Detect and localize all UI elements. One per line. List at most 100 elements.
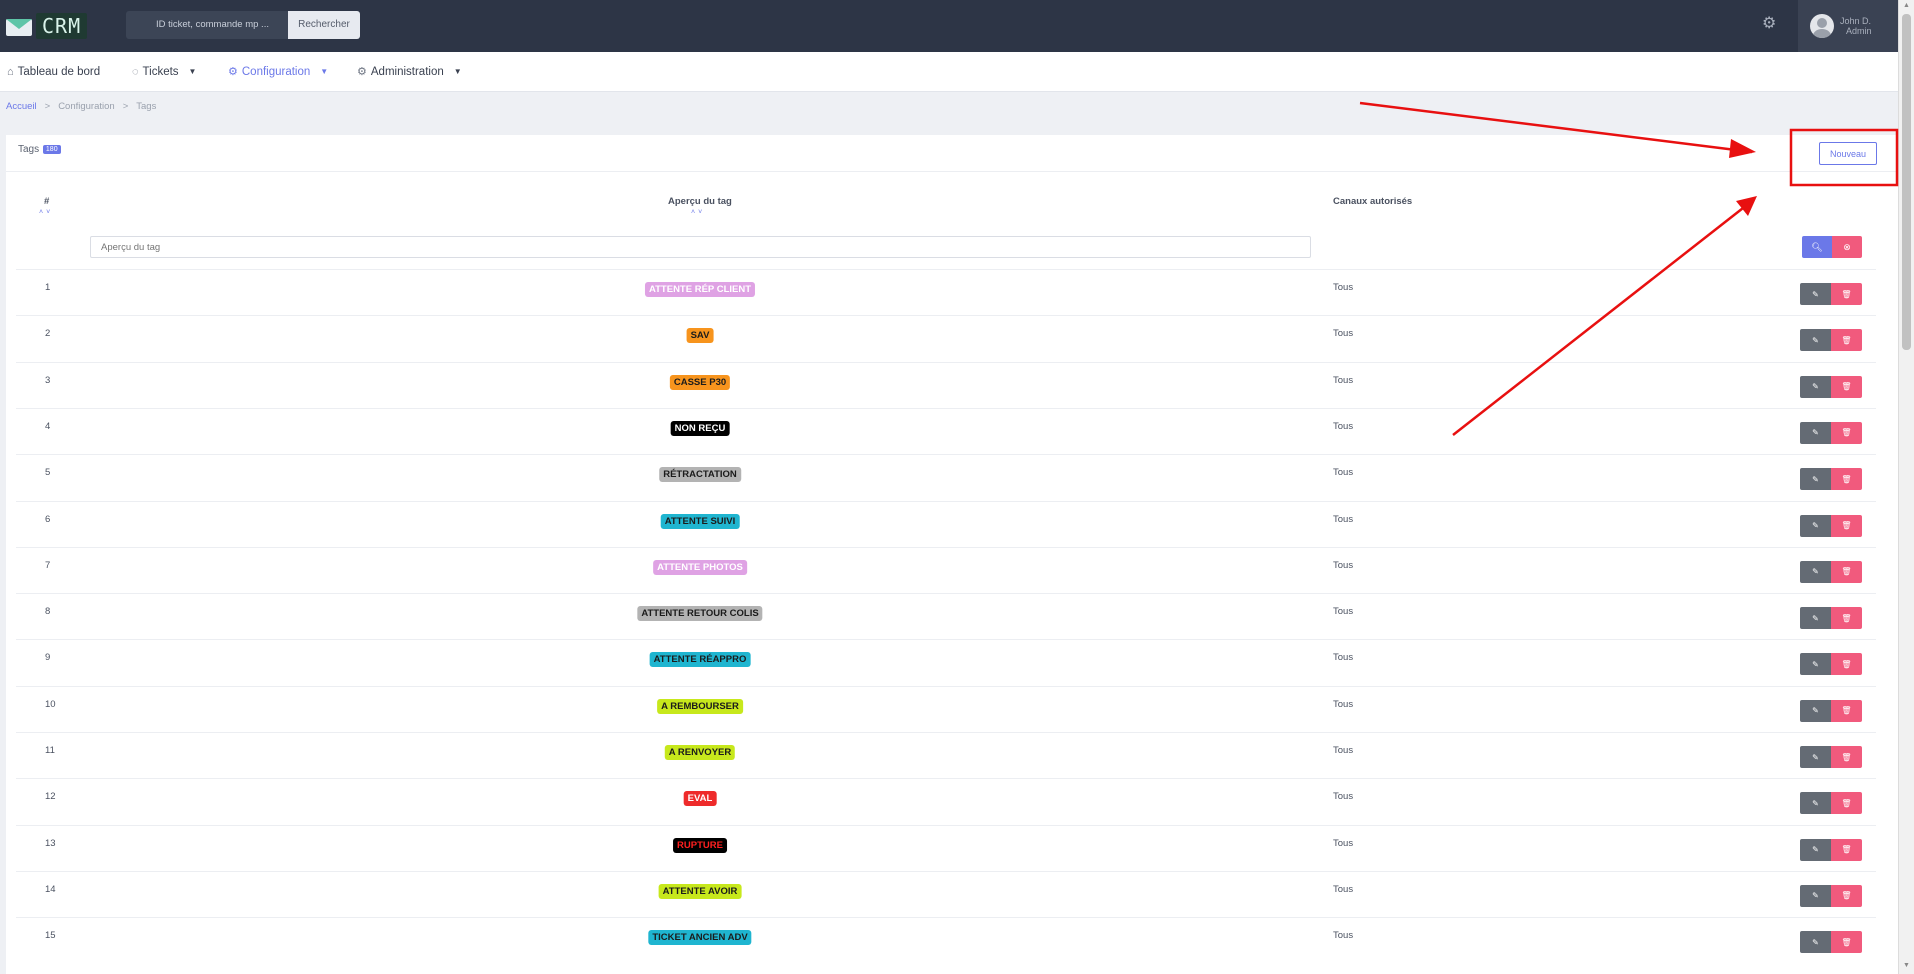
allowed-channels: Tous: [1333, 282, 1354, 293]
tag-badge: A RENVOYER: [664, 745, 736, 760]
table-row: 14 ATTENTE AVOIR Tous ✎ 🗑︎: [16, 870, 1876, 917]
row-number: 5: [45, 467, 51, 479]
edit-button[interactable]: ✎: [1800, 838, 1831, 861]
edit-button[interactable]: ✎: [1800, 421, 1831, 444]
filter-reset-button[interactable]: ⊗: [1832, 236, 1862, 258]
allowed-channels: Tous: [1333, 328, 1354, 340]
allowed-channels: Tous: [1333, 698, 1354, 710]
edit-button[interactable]: ✎: [1800, 283, 1831, 305]
delete-button[interactable]: 🗑︎: [1831, 653, 1862, 676]
nav-label: Administration: [370, 66, 444, 78]
filter-search-button[interactable]: 🔍︎: [1802, 236, 1832, 258]
edit-button[interactable]: ✎: [1800, 653, 1831, 676]
user-menu[interactable]: John D. Admin: [1798, 0, 1898, 52]
settings-gear-icon[interactable]: ⚙: [1762, 16, 1778, 32]
table-row: 15 TICKET ANCIEN ADV Tous ✎ 🗑︎: [16, 917, 1876, 963]
edit-button[interactable]: ✎: [1800, 560, 1831, 583]
edit-button[interactable]: ✎: [1800, 931, 1831, 954]
table-row: 3 CASSE P30 Tous ✎ 🗑︎: [16, 361, 1876, 408]
nav-item-configuration[interactable]: ⚙ Configuration ▼: [228, 52, 328, 92]
trash-icon: 🗑︎: [1841, 567, 1852, 577]
delete-button[interactable]: 🗑︎: [1831, 931, 1862, 954]
nav-item-administration[interactable]: ⚙ Administration ▼: [357, 52, 462, 92]
delete-button[interactable]: 🗑︎: [1831, 514, 1862, 537]
edit-button[interactable]: ✎: [1800, 792, 1831, 815]
nav-item-tickets[interactable]: ◌ Tickets ▼: [132, 52, 196, 92]
breadcrumb-configuration[interactable]: Configuration: [58, 101, 115, 112]
delete-button[interactable]: 🗑︎: [1831, 884, 1862, 907]
scroll-thumb[interactable]: [1902, 14, 1911, 350]
allowed-channels: Tous: [1333, 930, 1354, 942]
tag-badge: RUPTURE: [673, 837, 727, 853]
new-tag-button[interactable]: Nouveau: [1819, 142, 1877, 165]
delete-button[interactable]: 🗑︎: [1831, 468, 1862, 491]
breadcrumb-separator: >: [122, 101, 129, 112]
edit-icon: ✎: [1812, 521, 1819, 530]
delete-button[interactable]: 🗑︎: [1831, 375, 1862, 398]
tag-badge: ATTENTE PHOTOS: [653, 559, 747, 575]
edit-button[interactable]: ✎: [1800, 375, 1831, 398]
scroll-down-arrow-icon[interactable]: ▼: [1903, 962, 1910, 969]
edit-button[interactable]: ✎: [1800, 607, 1831, 630]
delete-button[interactable]: 🗑︎: [1831, 329, 1862, 352]
tag-badge: NON REÇU: [670, 420, 730, 436]
edit-button[interactable]: ✎: [1800, 699, 1831, 722]
column-header-preview[interactable]: Aperçu du tag: [668, 196, 732, 207]
edit-icon: ✎: [1812, 613, 1819, 623]
edit-button[interactable]: ✎: [1800, 468, 1831, 491]
row-number: 8: [45, 606, 51, 618]
tag-badge: TICKET ANCIEN ADV: [648, 930, 752, 946]
edit-icon: ✎: [1812, 567, 1819, 577]
breadcrumb-accueil[interactable]: Accueil: [6, 101, 37, 112]
delete-button[interactable]: 🗑︎: [1831, 699, 1862, 722]
chat-icon: ◌: [132, 66, 139, 78]
trash-icon: 🗑︎: [1841, 891, 1852, 901]
edit-button[interactable]: ✎: [1800, 514, 1831, 537]
delete-button[interactable]: 🗑︎: [1831, 746, 1862, 768]
trash-icon: 🗑︎: [1841, 289, 1852, 299]
tag-filter-input[interactable]: [90, 236, 1311, 258]
edit-button[interactable]: ✎: [1800, 884, 1831, 907]
edit-button[interactable]: ✎: [1800, 329, 1831, 352]
sort-icon[interactable]: ˄˅: [691, 209, 705, 216]
trash-icon: 🗑︎: [1841, 613, 1852, 623]
delete-button[interactable]: 🗑︎: [1831, 560, 1862, 583]
delete-button[interactable]: 🗑︎: [1831, 792, 1862, 815]
tag-badge: EVAL: [683, 791, 717, 807]
table-row: 8 ATTENTE RETOUR COLIS Tous ✎ 🗑︎: [16, 593, 1876, 639]
sort-icon[interactable]: ˄˅: [39, 209, 53, 216]
table-row: 7 ATTENTE PHOTOS Tous ✎ 🗑︎: [16, 546, 1876, 593]
edit-icon: ✎: [1812, 659, 1819, 669]
trash-icon: 🗑︎: [1841, 335, 1852, 345]
table-row: 2 SAV Tous ✎ 🗑︎: [16, 315, 1876, 361]
global-search-button[interactable]: Rechercher: [288, 11, 360, 39]
delete-button[interactable]: 🗑︎: [1831, 421, 1862, 444]
edit-icon: ✎: [1812, 752, 1819, 762]
row-number: 3: [45, 374, 51, 386]
global-search-input[interactable]: ID ticket, commande mp ...: [126, 11, 288, 39]
card-header: Tags 180 Nouveau: [6, 135, 1898, 172]
delete-button[interactable]: 🗑︎: [1831, 283, 1862, 305]
edit-button[interactable]: ✎: [1800, 746, 1831, 768]
table-row: 5 RÉTRACTATION Tous ✎ 🗑︎: [16, 454, 1876, 500]
tag-badge: ATTENTE AVOIR: [658, 883, 742, 899]
row-number: 12: [45, 791, 56, 803]
nav-item-tableau-de-bord[interactable]: ⌂ Tableau de bord: [7, 52, 100, 92]
tag-badge: RÉTRACTATION: [659, 467, 741, 483]
app-logo[interactable]: CRM: [6, 12, 88, 40]
scrollbar[interactable]: ▲ ▼: [1898, 0, 1914, 974]
card-title-text: Tags: [18, 144, 40, 155]
row-number: 10: [45, 698, 56, 710]
scroll-up-arrow-icon[interactable]: ▲: [1903, 2, 1910, 9]
allowed-channels: Tous: [1333, 559, 1354, 571]
allowed-channels: Tous: [1333, 652, 1354, 664]
column-header-num[interactable]: #: [44, 196, 49, 207]
tag-badge: ATTENTE RÉP CLIENT: [644, 282, 756, 297]
trash-icon: 🗑︎: [1841, 428, 1852, 438]
close-circle-icon: ⊗: [1843, 241, 1851, 252]
tag-badge: SAV: [686, 328, 714, 344]
delete-button[interactable]: 🗑︎: [1831, 838, 1862, 861]
delete-button[interactable]: 🗑︎: [1831, 607, 1862, 630]
edit-icon: ✎: [1812, 937, 1819, 947]
chevron-down-icon: ▼: [453, 67, 462, 76]
